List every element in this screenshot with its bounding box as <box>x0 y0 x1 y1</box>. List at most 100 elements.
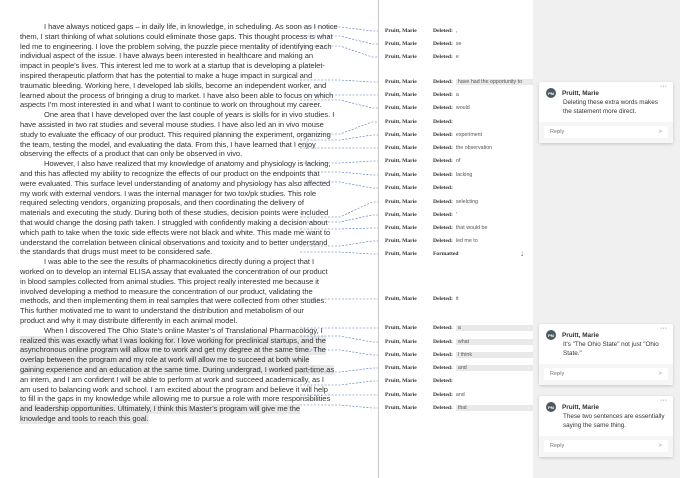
reply-placeholder: Reply <box>550 129 565 135</box>
comment-text: Deleting these extra words makes the sta… <box>563 99 658 115</box>
deleted-text: experiment <box>455 132 483 138</box>
markup-balloon[interactable]: Pruitt, Marie Deleted: <box>385 378 456 384</box>
change-author: Pruitt, Marie <box>385 405 417 411</box>
connector-line <box>300 367 384 373</box>
change-type-label: Deleted: <box>433 352 453 358</box>
change-author: Pruitt, Marie <box>385 296 417 302</box>
change-type-label: Deleted: <box>433 339 453 345</box>
markup-balloon[interactable]: Pruitt, Marie Deleted: of <box>385 158 460 164</box>
more-options-icon[interactable]: ··· <box>660 83 667 90</box>
more-options-icon[interactable]: ··· <box>660 397 667 404</box>
send-icon[interactable]: ➤ <box>658 440 663 452</box>
change-author: Pruitt, Marie <box>385 339 417 345</box>
markup-balloon[interactable]: Pruitt, Marie Deleted: that <box>385 405 552 411</box>
change-type-label: Deleted: <box>433 172 453 178</box>
reply-input[interactable]: Reply ➤ <box>544 440 668 452</box>
markup-balloon[interactable]: Pruitt, Marie Deleted: and <box>385 365 552 371</box>
markup-balloon[interactable]: Pruitt, Marie Deleted: e <box>385 54 459 60</box>
send-icon[interactable]: ➤ <box>658 368 663 380</box>
markup-balloon[interactable]: Pruitt, Marie Deleted: have had the opport… <box>385 79 552 85</box>
deleted-text: would <box>455 105 470 111</box>
comment-author: Pruitt, Marie <box>562 89 599 97</box>
deleted-text: of <box>455 158 461 164</box>
markup-balloon[interactable]: Pruitt, Marie Deleted: a <box>385 325 552 331</box>
comment-card[interactable]: ··· PM Pruitt, Marie It's "The Ohio Stat… <box>539 324 673 385</box>
deleted-text: a <box>455 92 459 98</box>
change-type-label: Deleted: <box>433 378 453 384</box>
change-type-label: Deleted: <box>433 238 453 244</box>
connector-line <box>300 35 384 45</box>
avatar: PM <box>546 330 556 340</box>
deleted-text: the observation <box>455 145 493 151</box>
markup-balloon[interactable]: Pruitt, Marie Deleted: that would be <box>385 225 487 231</box>
markup-balloon[interactable]: Pruitt, Marie Deleted: led me to <box>385 238 478 244</box>
comment-card[interactable]: ··· PM Pruitt, Marie Deleting these extr… <box>539 82 673 143</box>
change-type-label: Deleted: <box>433 79 453 85</box>
reply-placeholder: Reply <box>550 443 565 449</box>
change-author: Pruitt, Marie <box>385 79 417 85</box>
markup-balloon[interactable]: Pruitt, Marie Deleted:, <box>385 28 457 34</box>
connector-line <box>300 26 384 32</box>
comment-card[interactable]: ··· PM Pruitt, Marie These two sentences… <box>539 396 673 457</box>
change-author: Pruitt, Marie <box>385 158 417 164</box>
change-type-label: Deleted: <box>433 296 453 302</box>
change-author: Pruitt, Marie <box>385 365 417 371</box>
markup-balloon[interactable]: Pruitt, Marie Deleted: a <box>385 92 459 98</box>
change-type-label: Deleted: <box>433 185 453 191</box>
change-author: Pruitt, Marie <box>385 185 417 191</box>
change-author: Pruitt, Marie <box>385 172 417 178</box>
change-type-label: Deleted: <box>433 92 453 98</box>
markup-balloon[interactable]: Pruitt, Marie Deleted: it <box>385 296 459 302</box>
change-author: Pruitt, Marie <box>385 41 417 47</box>
connector-line <box>300 45 384 58</box>
markup-balloon[interactable]: Pruitt, Marie Deleted: <box>385 119 456 125</box>
markup-balloon[interactable]: Pruitt, Marie Deleted: <box>385 185 456 191</box>
change-author: Pruitt, Marie <box>385 325 417 331</box>
comment-author: Pruitt, Marie <box>562 403 599 411</box>
markup-balloon[interactable]: Pruitt, Marie Deleted: se <box>385 41 462 47</box>
change-author: Pruitt, Marie <box>385 92 417 98</box>
connector-line <box>300 160 384 164</box>
markup-balloon[interactable]: Pruitt, Marie Deleted: lacking <box>385 172 472 178</box>
change-type-label: Deleted: <box>433 158 453 164</box>
markup-balloon[interactable]: Pruitt, Marie Deleted: what <box>385 339 552 345</box>
connector-line <box>300 121 384 135</box>
markup-balloon[interactable]: Pruitt, Marie Deleted: ' <box>385 212 457 218</box>
markup-balloon[interactable]: Pruitt, Marie Deleted: and <box>385 392 465 398</box>
deleted-text: lacking <box>455 172 473 178</box>
expand-arrow-icon[interactable]: ↓ <box>520 249 524 258</box>
markup-balloon[interactable]: Pruitt, Marie Formatted <box>385 251 458 257</box>
reply-input[interactable]: Reply ➤ <box>544 368 668 380</box>
change-type-label: Deleted: <box>433 54 453 60</box>
send-icon[interactable]: ➤ <box>658 126 663 138</box>
change-author: Pruitt, Marie <box>385 352 417 358</box>
more-options-icon[interactable]: ··· <box>660 325 667 332</box>
change-author: Pruitt, Marie <box>385 145 417 151</box>
markup-balloon[interactable]: Pruitt, Marie Deleted: I think <box>385 352 552 358</box>
comment-text: These two sentences are essentially sayi… <box>563 413 665 429</box>
change-type-label: Deleted: <box>433 212 453 218</box>
connector-line <box>300 404 384 409</box>
markup-balloon[interactable]: Pruitt, Marie Deleted: would <box>385 105 470 111</box>
markup-balloon[interactable]: Pruitt, Marie Deleted: the observation <box>385 145 492 151</box>
deleted-text: and <box>455 392 465 398</box>
change-author: Pruitt, Marie <box>385 392 417 398</box>
reply-input[interactable]: Reply ➤ <box>544 126 668 138</box>
change-author: Pruitt, Marie <box>385 28 417 34</box>
change-type-label: Deleted: <box>433 365 453 371</box>
comments-pane: ··· PM Pruitt, Marie Deleting these extr… <box>533 0 680 478</box>
change-author: Pruitt, Marie <box>385 251 417 257</box>
markup-balloon[interactable]: Pruitt, Marie Deleted: selelcting <box>385 199 478 205</box>
markup-balloon[interactable]: Pruitt, Marie Deleted: experiment <box>385 132 482 138</box>
change-type-label: Deleted: <box>433 119 453 125</box>
connector-line <box>300 227 384 230</box>
deleted-text: , <box>455 28 458 34</box>
change-author: Pruitt, Marie <box>385 238 417 244</box>
change-type-label: Deleted: <box>433 392 453 398</box>
deleted-text: se <box>455 41 462 47</box>
change-type-label: Deleted: <box>433 405 453 411</box>
change-type-label: Deleted: <box>433 41 453 47</box>
connector-line <box>300 240 384 247</box>
markup-pane: Pruitt, Marie Deleted:, Pruitt, Marie Delet… <box>379 0 552 478</box>
connector-line <box>300 181 384 189</box>
